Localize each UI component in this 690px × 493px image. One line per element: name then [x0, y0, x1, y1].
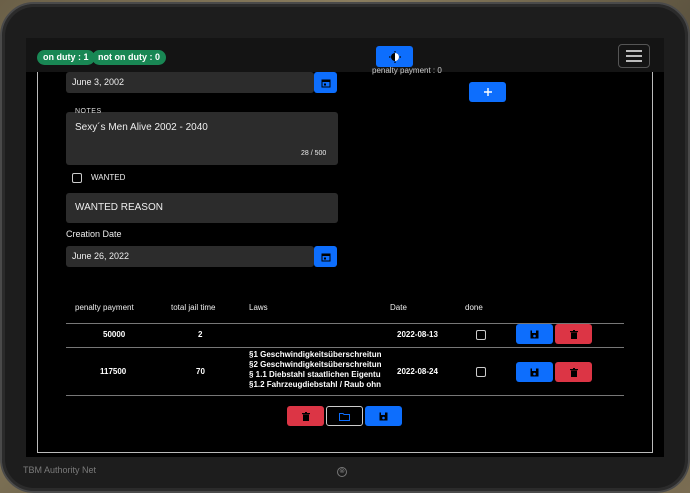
- header-penalty-payment: penalty payment: [75, 303, 134, 312]
- law-item: §1.2 Fahrzeugdiebstahl / Raub ohne Waffe: [249, 380, 381, 389]
- calendar-icon: [321, 79, 330, 87]
- save-icon: [379, 412, 388, 420]
- add-button[interactable]: [469, 82, 506, 102]
- theme-toggle-button[interactable]: [376, 46, 413, 67]
- creation-date-label: Creation Date: [66, 229, 122, 239]
- row-save-button[interactable]: [516, 324, 553, 344]
- birth-date-field[interactable]: June 3, 2002: [66, 72, 314, 93]
- law-item: §1 Geschwindigkeitsüberschreitung: [249, 350, 381, 359]
- folder-icon: [339, 412, 350, 421]
- close-icon[interactable]: ⊗: [337, 467, 347, 477]
- row-save-button[interactable]: [516, 362, 553, 382]
- not-on-duty-badge: not on duty : 0: [92, 50, 166, 65]
- calendar-icon: [321, 253, 330, 261]
- main-content: penalty payment : 0 June 3, 2002 NOTES S…: [37, 66, 653, 453]
- row-divider: [66, 347, 624, 348]
- row-done-checkbox[interactable]: [476, 367, 486, 377]
- plus-icon: [483, 88, 492, 96]
- header-done: done: [465, 303, 483, 312]
- header-laws: Laws: [249, 303, 268, 312]
- creation-date-field[interactable]: June 26, 2022: [66, 246, 314, 267]
- row-divider: [66, 395, 624, 396]
- law-item: § 1.1 Diebstahl staatlichen Eigentums: [249, 370, 381, 379]
- row-date: 2022-08-24: [397, 367, 438, 376]
- top-bar: on duty : 1 not on duty : 0: [26, 38, 664, 72]
- birth-date-calendar-button[interactable]: [314, 72, 337, 93]
- notes-label: NOTES: [75, 108, 102, 115]
- trash-icon: [569, 367, 578, 377]
- brightness-icon: [388, 50, 401, 63]
- row-laws-list: §1 Geschwindigkeitsüberschreitung §2 Ges…: [249, 350, 381, 390]
- row-date: 2022-08-13: [397, 330, 438, 339]
- app-footer-title: TBM Authority Net: [23, 465, 97, 475]
- trash-icon: [301, 411, 310, 421]
- wanted-checkbox[interactable]: [72, 173, 82, 183]
- save-icon: [530, 330, 539, 338]
- row-penalty: 50000: [103, 330, 126, 339]
- row-jail-time: 2: [198, 330, 203, 339]
- wanted-label: WANTED: [91, 173, 126, 182]
- menu-button[interactable]: [618, 44, 650, 68]
- wanted-reason-input[interactable]: WANTED REASON: [66, 193, 338, 223]
- penalty-payment-summary: penalty payment : 0: [372, 66, 442, 75]
- creation-date-calendar-button[interactable]: [314, 246, 337, 267]
- open-folder-button[interactable]: [326, 406, 363, 426]
- header-total-jail-time: total jail time: [171, 303, 216, 312]
- app-screen: on duty : 1 not on duty : 0 penalty paym…: [26, 38, 664, 457]
- notes-counter: 28 / 500: [301, 150, 327, 157]
- save-record-button[interactable]: [365, 406, 402, 426]
- row-jail-time: 70: [196, 367, 205, 376]
- on-duty-badge: on duty : 1: [37, 50, 95, 65]
- save-icon: [530, 368, 539, 376]
- notes-textarea[interactable]: [66, 112, 338, 165]
- row-penalty: 117500: [100, 367, 127, 376]
- notes-value: Sexy´s Men Alive 2002 - 2040: [75, 122, 208, 133]
- trash-icon: [569, 329, 578, 339]
- row-done-checkbox[interactable]: [476, 330, 486, 340]
- hamburger-icon: [626, 50, 642, 52]
- row-delete-button[interactable]: [555, 324, 592, 344]
- law-item: §2 Geschwindigkeitsüberschreitung: [249, 360, 381, 369]
- row-delete-button[interactable]: [555, 362, 592, 382]
- delete-record-button[interactable]: [287, 406, 324, 426]
- header-date: Date: [390, 303, 407, 312]
